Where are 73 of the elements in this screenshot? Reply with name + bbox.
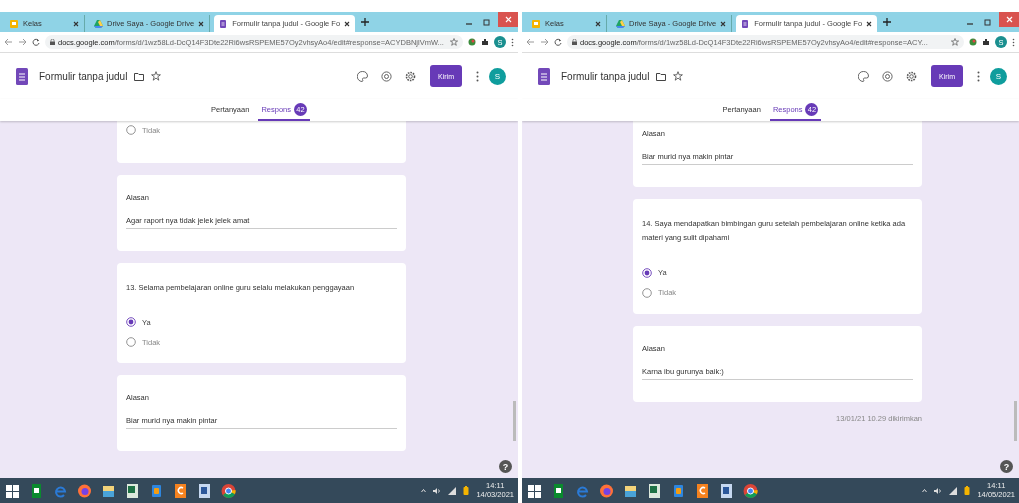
radio-button[interactable] [642, 287, 652, 298]
form-icon[interactable] [538, 67, 550, 85]
lock-icon [50, 39, 55, 45]
star-icon[interactable] [151, 71, 162, 81]
signal-icon[interactable] [949, 486, 958, 495]
close-icon[interactable] [595, 20, 601, 27]
form-icon [219, 19, 229, 28]
extension-colorful-icon[interactable] [468, 38, 476, 46]
close-icon[interactable] [344, 20, 351, 27]
eye-icon[interactable] [381, 70, 392, 82]
settings-icon[interactable] [906, 70, 917, 82]
battery-icon[interactable] [964, 486, 971, 495]
close-icon[interactable] [866, 20, 873, 27]
eye-icon[interactable] [882, 70, 893, 82]
star-icon[interactable] [951, 38, 959, 46]
restore-icon[interactable] [483, 18, 491, 26]
scrollbar[interactable] [1014, 401, 1017, 441]
classroom-icon [10, 19, 19, 28]
star-icon[interactable] [673, 71, 684, 81]
triangle-icon [616, 19, 625, 28]
scrollbar[interactable] [513, 401, 516, 441]
restore-icon[interactable] [984, 18, 992, 26]
close-button[interactable] [999, 12, 1019, 27]
forward-icon[interactable] [540, 38, 549, 46]
help-button[interactable]: ? [1000, 460, 1013, 473]
reload-icon[interactable] [32, 38, 40, 46]
spreadsheet-icon[interactable] [124, 481, 141, 500]
form-title[interactable]: Formulir tanpa judul [561, 70, 650, 82]
radio-button[interactable] [126, 125, 136, 135]
palette-icon[interactable] [357, 70, 368, 82]
puzzle-icon[interactable] [481, 38, 489, 46]
close-icon [504, 16, 512, 23]
star-icon[interactable] [450, 38, 458, 46]
extension-colorful-icon[interactable] [969, 38, 977, 46]
round-logo-icon[interactable] [742, 481, 759, 500]
form-icon[interactable] [16, 67, 28, 85]
settings-icon[interactable] [405, 70, 416, 82]
speaker-icon[interactable] [433, 486, 442, 495]
plus-icon[interactable] [361, 18, 370, 26]
reload-icon[interactable] [554, 38, 562, 46]
back-icon[interactable] [526, 38, 535, 46]
radio-selected[interactable] [126, 317, 136, 328]
classroom-icon [532, 19, 541, 28]
radio-selected[interactable] [642, 267, 652, 278]
folder-icon[interactable] [656, 71, 667, 81]
help-button[interactable]: ? [499, 460, 512, 473]
puzzle-icon[interactable] [982, 38, 990, 46]
forward-icon[interactable] [18, 38, 27, 46]
close-icon [1005, 16, 1013, 23]
spreadsheet-icon[interactable] [646, 481, 663, 500]
speaker-icon[interactable] [934, 486, 943, 495]
close-icon[interactable] [720, 20, 727, 27]
form-icon [741, 19, 751, 28]
plus-icon[interactable] [883, 18, 892, 26]
more-vertical-icon[interactable] [476, 70, 479, 82]
form-title[interactable]: Formulir tanpa judul [39, 70, 128, 82]
close-icon[interactable] [73, 20, 79, 27]
document-icon[interactable] [196, 481, 213, 500]
battery-icon[interactable] [463, 486, 470, 495]
folder-icon[interactable] [134, 71, 145, 81]
palette-icon[interactable] [858, 70, 869, 82]
close-icon[interactable] [198, 20, 205, 27]
triangle-icon [94, 19, 103, 28]
back-icon[interactable] [4, 38, 13, 46]
app-logo-icon[interactable] [694, 481, 711, 500]
lock-icon [572, 39, 577, 45]
document-icon[interactable] [718, 481, 735, 500]
close-button[interactable] [498, 12, 518, 27]
radio-button[interactable] [126, 337, 136, 348]
round-logo-icon[interactable] [220, 481, 237, 500]
app-logo-icon[interactable] [172, 481, 189, 500]
more-vertical-icon[interactable] [977, 70, 980, 82]
signal-icon[interactable] [448, 486, 457, 495]
